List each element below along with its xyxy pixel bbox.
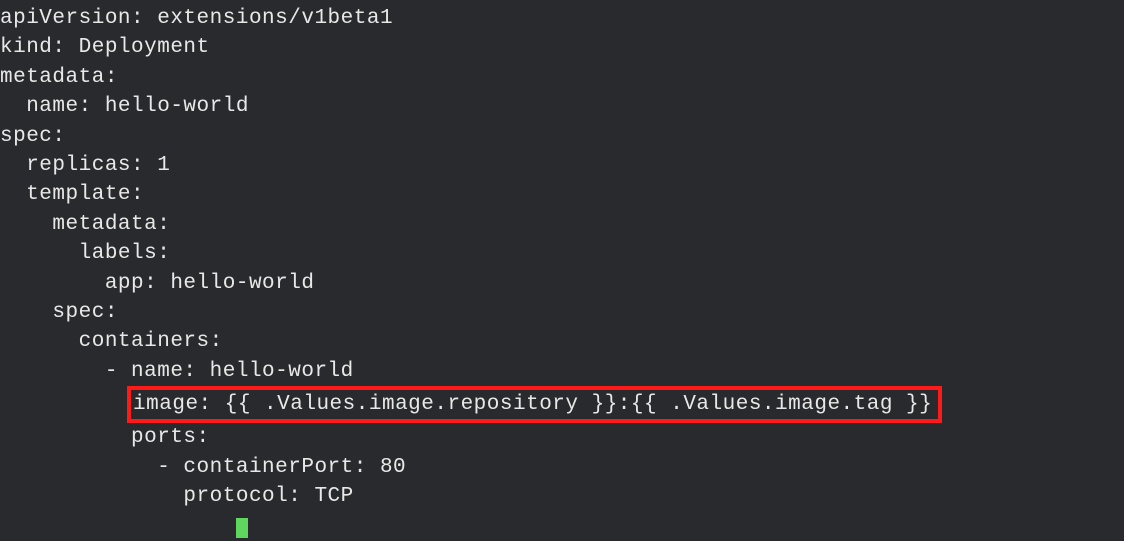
yaml-line-template-spec: spec:	[0, 298, 1124, 327]
cursor-line	[0, 512, 1124, 541]
yaml-line-container-port: - containerPort: 80	[0, 453, 1124, 482]
yaml-line-metadata-name: name: hello-world	[0, 92, 1124, 121]
yaml-line-image: image: {{ .Values.image.repository }}:{{…	[0, 386, 1124, 423]
yaml-line-container-name: - name: hello-world	[0, 357, 1124, 386]
yaml-line-protocol: protocol: TCP	[0, 482, 1124, 511]
indent-prefix	[0, 393, 131, 416]
yaml-line-replicas: replicas: 1	[0, 151, 1124, 180]
highlighted-image-line: image: {{ .Values.image.repository }}:{{…	[127, 386, 942, 423]
yaml-line-kind: kind: Deployment	[0, 33, 1124, 62]
yaml-line-ports: ports:	[0, 423, 1124, 452]
code-block: apiVersion: extensions/v1beta1 kind: Dep…	[0, 4, 1124, 541]
yaml-line-app-label: app: hello-world	[0, 269, 1124, 298]
yaml-line-spec: spec:	[0, 122, 1124, 151]
yaml-line-template: template:	[0, 180, 1124, 209]
yaml-line-template-metadata: metadata:	[0, 210, 1124, 239]
yaml-line-metadata: metadata:	[0, 63, 1124, 92]
yaml-line-apiversion: apiVersion: extensions/v1beta1	[0, 4, 1124, 33]
terminal-cursor	[236, 518, 248, 538]
yaml-line-labels: labels:	[0, 239, 1124, 268]
yaml-line-containers: containers:	[0, 327, 1124, 356]
